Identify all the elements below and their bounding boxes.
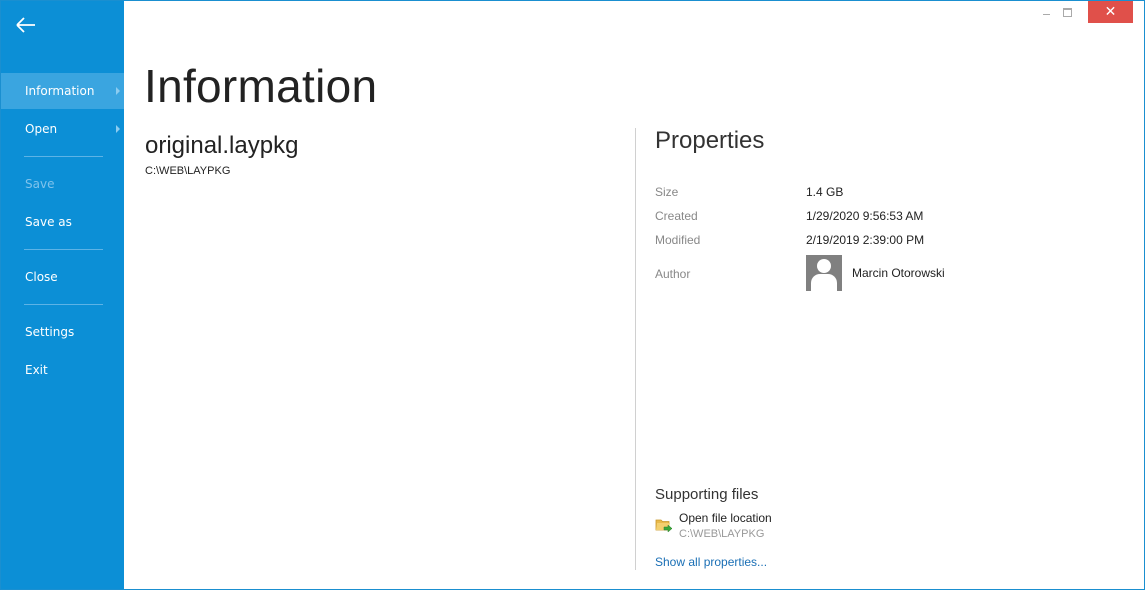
user-icon-head [817,259,831,273]
chevron-right-icon [116,87,120,95]
file-name: original.laypkg [145,132,299,159]
sidebar-item-label: Open [25,122,58,136]
sidebar-item-information[interactable]: Information [1,73,124,109]
sidebar-item-open[interactable]: Open [1,111,124,147]
property-value-modified: 2/19/2019 2:39:00 PM [806,233,925,247]
close-button[interactable]: ✕ [1088,1,1133,23]
file-path: C:\WEB\LAYPKG [145,165,231,177]
sidebar-item-label: Close [25,270,58,284]
sidebar-item-label: Save as [25,215,72,229]
sidebar-divider [24,156,103,157]
sidebar-item-label: Information [25,84,95,98]
open-file-location-link[interactable]: Open file location [679,511,772,525]
back-button[interactable] [13,13,39,37]
property-label-size: Size [655,185,679,199]
property-value-created: 1/29/2020 9:56:53 AM [806,209,924,223]
sidebar-item-close[interactable]: Close [1,259,124,295]
sidebar-divider [24,249,103,250]
sidebar-item-settings[interactable]: Settings [1,314,124,350]
arrow-left-icon [16,17,35,33]
chevron-right-icon [116,125,120,133]
app-window: Information Open Save Save as Close Sett… [0,0,1145,590]
sidebar: Information Open Save Save as Close Sett… [1,1,124,589]
close-icon: ✕ [1104,4,1117,20]
avatar [806,255,842,291]
properties-title: Properties [655,127,765,154]
show-all-properties-link[interactable]: Show all properties... [655,555,767,569]
sidebar-item-label: Exit [25,363,48,377]
supporting-files-title: Supporting files [655,486,759,503]
property-label-modified: Modified [655,233,701,247]
sidebar-item-save[interactable]: Save [1,166,124,202]
minimize-button[interactable] [1040,1,1054,23]
maximize-button[interactable] [1059,1,1075,23]
property-label-created: Created [655,209,698,223]
property-value-size: 1.4 GB [806,185,844,199]
property-label-author: Author [655,267,691,281]
sidebar-divider [24,304,103,305]
sidebar-item-label: Settings [25,325,75,339]
sidebar-item-label: Save [25,177,55,191]
vertical-divider [635,128,636,570]
open-file-location-path: C:\WEB\LAYPKG [679,528,765,540]
minimize-icon [1043,14,1050,15]
property-value-author: Marcin Otorowski [852,266,945,280]
page-title: Information [144,60,378,112]
sidebar-item-save-as[interactable]: Save as [1,204,124,240]
maximize-icon [1063,8,1072,17]
sidebar-item-exit[interactable]: Exit [1,352,124,388]
user-icon-body [811,274,837,291]
folder-open-icon[interactable] [655,517,673,533]
